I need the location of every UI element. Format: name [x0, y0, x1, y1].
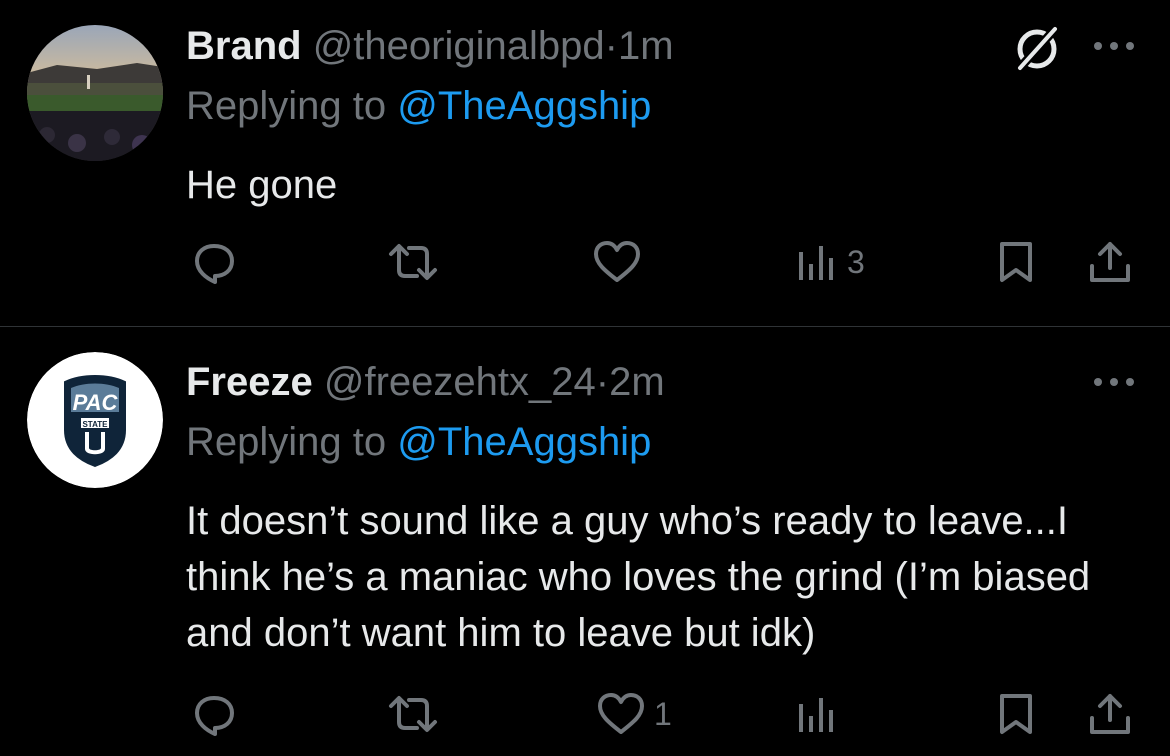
handle[interactable]: @freezehtx_24 [324, 360, 596, 404]
retweet-icon [389, 244, 437, 280]
replying-to: Replying to @TheAggship [186, 418, 651, 466]
tweet-text: He gone [186, 163, 338, 207]
share-button[interactable] [1086, 232, 1134, 292]
separator-dot: · [604, 24, 618, 68]
views-icon [799, 246, 833, 280]
avatar[interactable]: PAC STATE [27, 352, 163, 488]
separator-dot: · [595, 360, 610, 404]
like-icon [594, 241, 640, 282]
more-button[interactable] [1090, 34, 1138, 58]
stadium-photo-avatar [27, 25, 163, 161]
tweet-header: Freeze @freezehtx_24·2m [186, 358, 665, 406]
tweet-text: It doesn’t sound like a guy who’s ready … [186, 499, 1091, 655]
timestamp[interactable]: 1m [618, 24, 674, 68]
more-icon [1094, 42, 1134, 50]
mention-link[interactable]: @TheAggship [397, 420, 651, 464]
svg-text:STATE: STATE [82, 420, 108, 429]
bookmark-button[interactable] [996, 684, 1036, 744]
retweet-button[interactable] [385, 684, 449, 744]
tweet-header: Brand @theoriginalbpd·1m [186, 22, 674, 70]
like-icon [598, 693, 644, 734]
pac-utah-state-logo-avatar: PAC STATE [27, 352, 163, 488]
retweet-button[interactable] [385, 232, 449, 292]
bookmark-icon [1000, 242, 1032, 282]
avatar[interactable] [27, 25, 163, 161]
timestamp[interactable]: 2m [609, 360, 665, 404]
replying-to: Replying to @TheAggship [186, 82, 651, 130]
grok-icon [1014, 24, 1060, 74]
more-button[interactable] [1090, 370, 1138, 394]
bookmark-button[interactable] [996, 232, 1036, 292]
handle[interactable]: @theoriginalbpd [313, 24, 605, 68]
views-button[interactable]: 3 [795, 232, 865, 292]
bookmark-icon [1000, 694, 1032, 734]
tweet[interactable]: Brand @theoriginalbpd·1m Replying to @Th… [0, 0, 1170, 327]
action-bar: 3 [0, 232, 1170, 292]
share-button[interactable] [1086, 684, 1134, 744]
view-count: 3 [847, 243, 865, 280]
tweet-divider [0, 326, 1170, 327]
views-icon [799, 698, 833, 732]
like-button[interactable]: 1 [596, 684, 672, 744]
action-bar: 1 [0, 684, 1170, 744]
grok-button[interactable] [1010, 22, 1064, 76]
mention-link[interactable]: @TheAggship [397, 84, 651, 128]
share-icon [1090, 694, 1130, 734]
more-icon [1094, 378, 1134, 386]
display-name[interactable]: Freeze [186, 360, 313, 404]
retweet-icon [389, 696, 437, 732]
reply-button[interactable] [190, 232, 246, 292]
tweet[interactable]: PAC STATE Freeze @freezehtx_24·2m Replyi… [0, 328, 1170, 756]
like-count: 1 [654, 695, 672, 732]
like-button[interactable] [592, 232, 650, 292]
replying-prefix: Replying to [186, 420, 398, 464]
reply-icon [195, 696, 234, 736]
share-icon [1090, 242, 1130, 282]
svg-text:PAC: PAC [73, 390, 119, 415]
display-name[interactable]: Brand [186, 24, 302, 68]
replying-prefix: Replying to [186, 84, 398, 128]
reply-button[interactable] [190, 684, 246, 744]
reply-icon [195, 244, 234, 284]
views-button[interactable] [795, 684, 847, 744]
